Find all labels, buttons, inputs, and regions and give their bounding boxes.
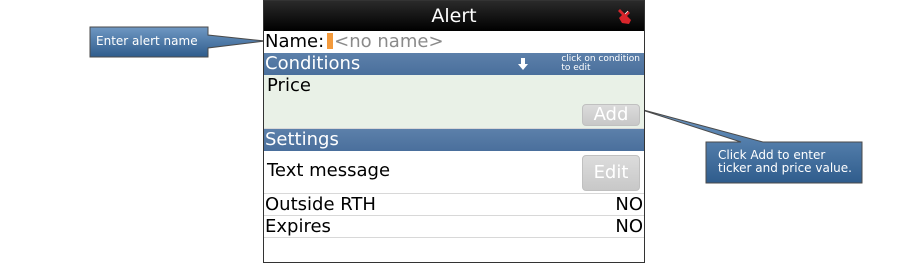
name-field-row[interactable]: Name: <no name> (264, 31, 644, 53)
settings-title: Settings (265, 129, 339, 150)
settings-header: Settings (264, 129, 644, 151)
hint-line2: to edit (561, 63, 591, 73)
edit-button[interactable]: Edit (582, 155, 640, 191)
red-hand-icon[interactable] (616, 6, 634, 26)
right-callout-text: Click Add to enter ticker and price valu… (718, 149, 852, 175)
left-callout-text: Enter alert name (96, 34, 198, 48)
text-cursor (327, 33, 334, 49)
price-label: Price (267, 75, 311, 96)
text-message-row[interactable]: Text message Edit (264, 151, 644, 194)
screen-title: Alert (431, 5, 477, 27)
conditions-hint: click on condition to edit (561, 55, 640, 73)
outside-rth-value: NO (615, 194, 643, 215)
expires-row[interactable]: Expires NO (264, 216, 644, 238)
down-arrow-icon (518, 58, 528, 70)
outside-rth-label: Outside RTH (265, 194, 376, 215)
conditions-title: Conditions (265, 53, 361, 74)
name-label: Name: (265, 31, 325, 52)
title-bar: Alert (264, 1, 644, 31)
expires-value: NO (615, 216, 643, 237)
alert-screen: Alert Name: <no name> Conditions click on… (263, 0, 645, 263)
expires-label: Expires (265, 216, 331, 237)
price-condition-row[interactable]: Price Add (264, 75, 644, 129)
outside-rth-row[interactable]: Outside RTH NO (264, 194, 644, 216)
name-input[interactable]: <no name> (334, 31, 443, 52)
add-button[interactable]: Add (582, 104, 640, 126)
right-callout-line2: ticker and price value. (718, 161, 852, 175)
conditions-header: Conditions click on condition to edit (264, 53, 644, 75)
